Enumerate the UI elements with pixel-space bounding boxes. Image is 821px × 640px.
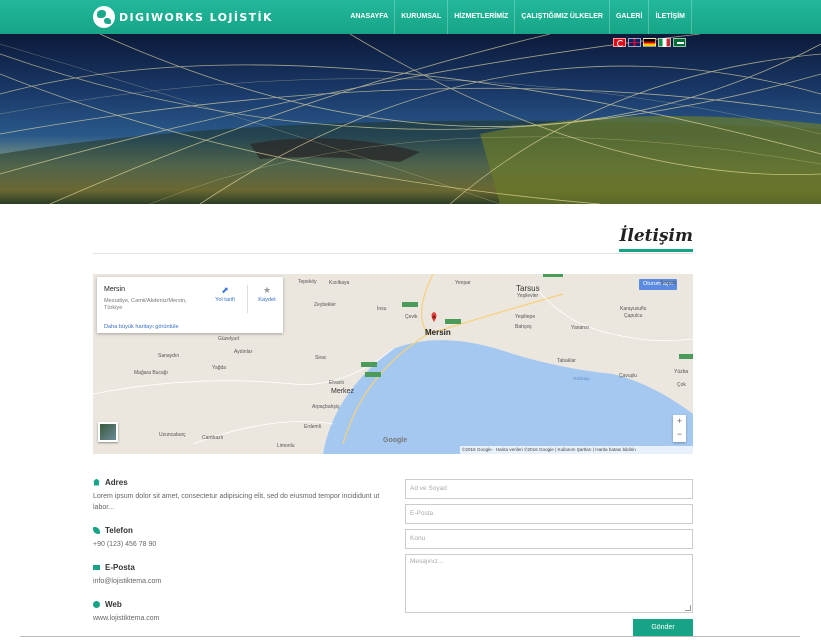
map-place-label: Yağda	[212, 365, 227, 371]
globe-icon	[93, 600, 100, 608]
nav-item-anasayfa[interactable]: ANASAYFA	[344, 0, 394, 34]
map-place-label: Güzelyurt	[218, 336, 240, 342]
map-place-label: Yenpar	[455, 280, 471, 286]
email-value: info@lojistiktema.com	[93, 578, 162, 585]
globe-icon	[93, 6, 115, 28]
map-place-label: Elvanlı	[329, 380, 345, 386]
directions-label: Yol tarifi	[215, 297, 235, 303]
map-card-title: Mersin	[104, 286, 126, 293]
page-title: İletişim	[619, 226, 693, 252]
map-place-label: Sirac	[315, 355, 327, 361]
flag-de-icon[interactable]	[643, 38, 656, 47]
map-place-label: Çavuşlu	[619, 373, 638, 379]
top-navbar: DIGIWORKS LOJİSTİK ANASAYFA KURUMSAL HİZ…	[0, 0, 821, 34]
map-place-label: Zeybekler	[314, 302, 336, 308]
phone-value: +90 (123) 456 78 90	[93, 541, 157, 548]
logo-text: DIGIWORKS LOJİSTİK	[119, 10, 273, 24]
map-place-label: Mağara Bucağı	[134, 370, 168, 376]
web-value: www.lojistiktema.com	[93, 615, 160, 622]
address-label: Adres	[105, 477, 128, 487]
map-place-label: Sanaydın	[158, 353, 180, 359]
zoom-control: + −	[673, 415, 686, 442]
map-place-label: Çok	[677, 382, 686, 388]
map-info-card: Mersin Mesudiye, Camii/Akdeniz/Mersin, T…	[97, 277, 283, 333]
web-block: Web www.lojistiktema.com	[93, 599, 383, 624]
map-place-label: İnsu	[377, 306, 387, 312]
contact-form: Ad ve Soyad E-Posta Konu Mesajınız...	[405, 479, 693, 618]
map-place-label: Yeşilevler	[517, 293, 539, 299]
subject-input[interactable]: Konu	[405, 529, 693, 549]
zoom-in-button[interactable]: +	[673, 415, 686, 428]
nav-item-galeri[interactable]: GALERİ	[608, 0, 648, 34]
home-icon	[93, 478, 100, 486]
main-nav: ANASAYFA KURUMSAL HİZMETLERİMİZ ÇALIŞTIĞ…	[344, 0, 692, 34]
map-place-label: Yanansı	[571, 325, 589, 331]
nav-item-ulkeler[interactable]: ÇALIŞTIĞIMIZ ÜLKELER	[514, 0, 609, 34]
map-place-label: Merkez	[331, 388, 354, 395]
directions-icon: ⬈	[221, 285, 229, 295]
directions-button[interactable]: ⬈ Yol tarifi	[210, 285, 240, 303]
page-bottom-edge	[20, 636, 800, 640]
map-card-address: Mesudiye, Camii/Akdeniz/Mersin, Türkiye	[104, 298, 187, 311]
hero-banner	[0, 34, 821, 204]
map-place-label: Sorgun	[660, 280, 677, 286]
message-textarea[interactable]: Mesajınız...	[405, 554, 693, 613]
email-block: E-Posta info@lojistiktema.com	[93, 562, 383, 587]
map-place-label: Gözbaşı	[573, 376, 590, 381]
flag-en-icon[interactable]	[628, 38, 641, 47]
save-label: Kaydet	[258, 297, 276, 303]
map-place-label: Bahçeş	[515, 324, 532, 330]
map-footer[interactable]: ©2016 Google · Harita verileri ©2016 Goo…	[460, 446, 693, 454]
section-title-bar: İletişim	[93, 226, 693, 254]
divider	[247, 285, 248, 313]
language-flags	[613, 38, 686, 47]
larger-map-link[interactable]: Daha büyük haritayı görüntüle	[104, 324, 179, 330]
google-map[interactable]: Mersin Mesudiye, Camii/Akdeniz/Mersin, T…	[93, 274, 693, 454]
envelope-icon	[93, 565, 100, 570]
map-place-label: Çevik	[405, 314, 418, 320]
flag-sa-icon[interactable]	[673, 38, 686, 47]
map-place-label: Uzuncaburç	[159, 432, 186, 438]
map-place-label: Yeşiltepe	[515, 314, 536, 320]
zoom-out-button[interactable]: −	[673, 428, 686, 441]
web-label: Web	[105, 599, 122, 609]
map-place-label: Aydınlar	[234, 349, 253, 355]
map-place-label: Karayusuflu	[620, 306, 647, 312]
address-text: Lorem ipsum dolor sit amet, consectetur …	[93, 493, 380, 511]
nav-item-iletisim[interactable]: İLETİŞİM	[648, 0, 692, 34]
logo[interactable]: DIGIWORKS LOJİSTİK	[93, 5, 273, 29]
phone-block: Telefon +90 (123) 456 78 90	[93, 525, 383, 550]
submit-button[interactable]: Gönder	[633, 619, 693, 637]
map-place-label: Erdemli	[304, 424, 321, 430]
map-place-label: Kızılkaya	[329, 280, 350, 286]
map-place-label: Yüzba	[674, 369, 689, 375]
hero-image	[0, 34, 821, 204]
nav-item-hizmetlerimiz[interactable]: HİZMETLERİMİZ	[447, 0, 514, 34]
save-button[interactable]: ★ Kaydet	[252, 285, 282, 303]
flag-it-icon[interactable]	[658, 38, 671, 47]
email-label: E-Posta	[105, 562, 135, 572]
flag-tr-icon[interactable]	[613, 38, 626, 47]
map-place-label: Limonlu	[277, 443, 295, 449]
google-logo: Google	[383, 437, 408, 444]
name-input[interactable]: Ad ve Soyad	[405, 479, 693, 499]
email-input[interactable]: E-Posta	[405, 504, 693, 524]
phone-label: Telefon	[105, 525, 133, 535]
star-icon: ★	[262, 285, 272, 295]
map-place-label: Tarsus	[516, 284, 540, 293]
map-city-label: Mersin	[425, 328, 451, 337]
nav-item-kurumsal[interactable]: KURUMSAL	[394, 0, 447, 34]
contact-info: Adres Lorem ipsum dolor sit amet, consec…	[93, 477, 383, 636]
map-place-label: Tepeköy	[298, 279, 317, 285]
map-place-label: Çapulcu	[624, 313, 643, 319]
map-place-label: Arpaçbahşiş	[312, 404, 340, 410]
map-place-label: Tabaklar	[557, 358, 576, 364]
phone-icon	[93, 526, 100, 534]
address-block: Adres Lorem ipsum dolor sit amet, consec…	[93, 477, 383, 513]
map-place-label: Cambazlı	[202, 435, 224, 441]
satellite-toggle[interactable]	[98, 422, 118, 442]
